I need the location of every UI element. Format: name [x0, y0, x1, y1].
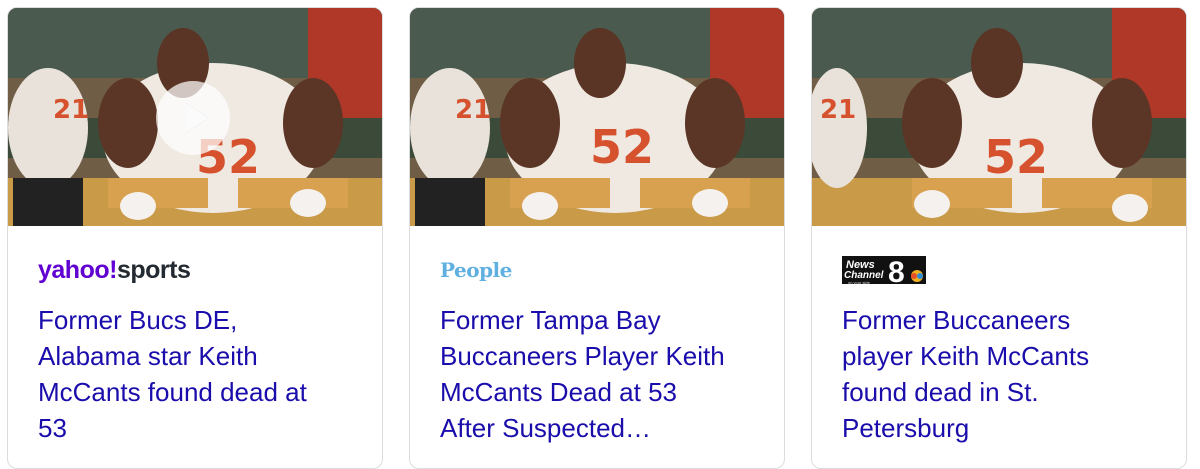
jersey-number: 52 [984, 130, 1048, 184]
news-card-2[interactable]: 52 21 People Former Tampa Bay Buccaneers… [409, 7, 785, 469]
yahoo-logo-brand: yahoo! [38, 256, 117, 284]
news-channel-8-logo-graphic: News Channel on your side 8 [842, 256, 926, 289]
news-thumbnail[interactable]: 52 21 [812, 8, 1186, 226]
logo-tagline: on your side [848, 280, 871, 285]
yahoo-sports-logo: yahoo!sports [38, 256, 191, 286]
title-line: player Keith McCants [842, 341, 1090, 371]
player-photo: 52 21 [812, 8, 1186, 226]
jersey-number: 52 [590, 120, 654, 174]
title-line: Former Bucs DE, [38, 305, 238, 335]
sleeve-number: 21 [455, 95, 491, 125]
title-line: Alabama star Keith [38, 341, 258, 371]
title-line: 53 [38, 413, 67, 443]
title-line: Former Tampa Bay [440, 305, 661, 335]
people-logo: People [440, 258, 512, 282]
title-line: found dead in St. [842, 377, 1039, 407]
news-card-3[interactable]: 52 21 News Channel on your side 8 Former… [811, 7, 1187, 469]
title-line: Petersburg [842, 413, 970, 443]
news-thumbnail[interactable]: 52 21 [8, 8, 382, 226]
news-card-1[interactable]: 52 21 yahoo!sports Former Bucs DE, Alaba… [7, 7, 383, 469]
title-line: Former Buccaneers [842, 305, 1071, 335]
news-title-2[interactable]: Former Tampa Bay Buccaneers Player Keith… [440, 302, 760, 446]
play-icon[interactable] [156, 81, 230, 155]
title-line: McCants found dead at [38, 377, 307, 407]
title-line: McCants Dead at 53 [440, 377, 678, 407]
yahoo-logo-section: sports [116, 256, 191, 284]
title-line: After Suspected… [440, 413, 651, 443]
news-channel-8-logo: News Channel on your side 8 [842, 254, 928, 289]
player-photo: 52 21 [410, 8, 784, 226]
news-title-1[interactable]: Former Bucs DE, Alabama star Keith McCan… [38, 302, 358, 446]
sleeve-number: 21 [820, 95, 856, 125]
logo-number: 8 [888, 256, 905, 286]
news-thumbnail[interactable]: 52 21 [410, 8, 784, 226]
news-title-3[interactable]: Former Buccaneers player Keith McCants f… [842, 302, 1162, 446]
sleeve-number: 21 [53, 95, 89, 125]
title-line: Buccaneers Player Keith [440, 341, 725, 371]
